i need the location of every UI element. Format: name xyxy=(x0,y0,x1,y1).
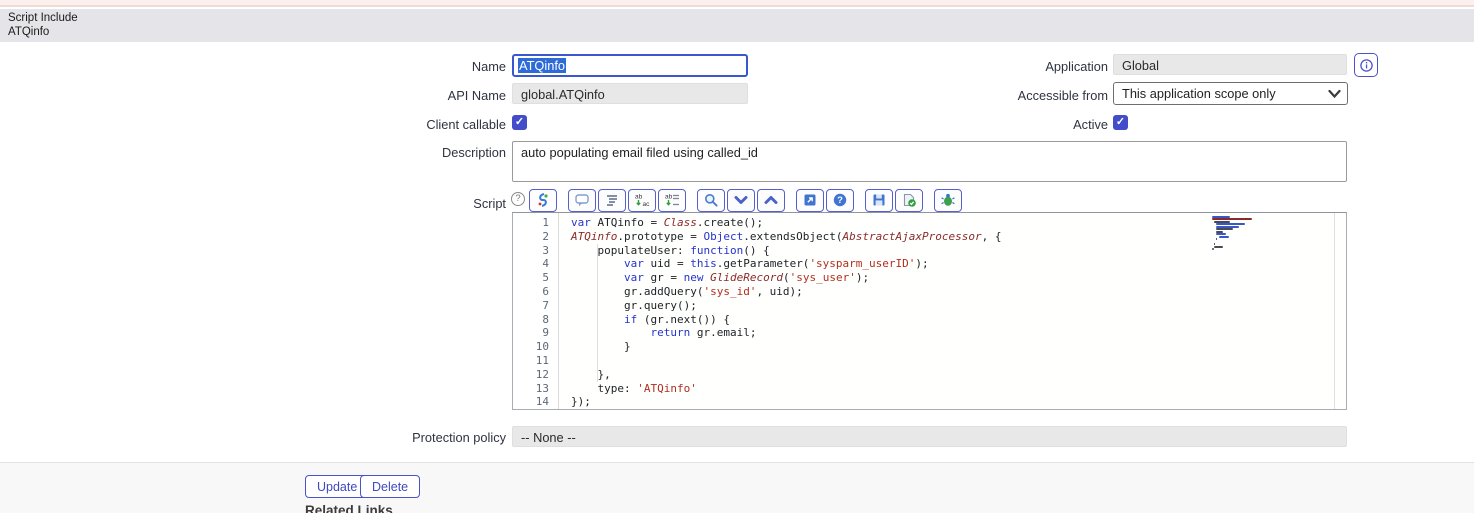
accessible-from-value: This application scope only xyxy=(1122,86,1276,101)
line-number: 7 xyxy=(542,298,549,312)
debug-icon xyxy=(940,192,956,208)
svg-text:ab: ab xyxy=(635,194,643,201)
editor-help-button[interactable]: ? xyxy=(826,188,854,212)
line-number: 8 xyxy=(542,312,549,326)
name-input-selected-text: ATQinfo xyxy=(518,58,566,73)
accessible-from-select[interactable]: This application scope only xyxy=(1113,82,1348,105)
protection-policy-field: -- None -- xyxy=(512,426,1347,447)
chevron-down-icon xyxy=(1328,89,1341,99)
code-line[interactable]: type: 'ATQinfo' xyxy=(571,382,1333,396)
api-name-field: global.ATQinfo xyxy=(512,83,748,104)
line-number: 13 xyxy=(535,381,549,395)
line-number: 3 xyxy=(542,243,549,257)
open-in-new-window-icon xyxy=(802,192,818,208)
svg-text:?: ? xyxy=(837,195,843,206)
save-icon xyxy=(871,192,887,208)
line-number: 12 xyxy=(535,367,549,381)
name-label: Name xyxy=(471,59,506,74)
script-code-editor[interactable]: 1 2 3 4 5 6 7 8 9 10 11 12 13 14 var ATQinfo = Class.… xyxy=(512,212,1347,410)
script-toolbar-buttons: ab ac ab? xyxy=(529,188,964,212)
search-icon xyxy=(703,192,719,208)
description-textarea[interactable]: auto populating email filed using called… xyxy=(512,141,1347,182)
client-callable-checkbox[interactable]: ✓ xyxy=(512,115,527,130)
script-include-form-page: Script Include ATQinfo Name ATQinfo API … xyxy=(0,0,1474,513)
record-header: Script Include ATQinfo xyxy=(0,9,1474,42)
application-label: Application xyxy=(1045,59,1108,74)
syntax-editor-toggle-button[interactable] xyxy=(529,188,557,212)
active-label: Active xyxy=(1073,117,1108,132)
check-syntax-icon xyxy=(901,192,917,208)
line-number: 1 xyxy=(542,216,549,229)
record-name-label: ATQinfo xyxy=(8,25,50,38)
client-callable-label: Client callable xyxy=(426,117,506,132)
save-button[interactable] xyxy=(865,188,893,212)
form-footer: Update Delete Related Links xyxy=(0,462,1474,513)
format-code-icon xyxy=(604,192,620,208)
line-number: 5 xyxy=(542,271,549,285)
find-next-button[interactable] xyxy=(727,188,755,212)
related-links-heading: Related Links xyxy=(305,503,393,513)
syntax-editor-toggle-icon xyxy=(535,192,551,208)
delete-button[interactable]: Delete xyxy=(360,475,421,498)
open-in-new-window-button[interactable] xyxy=(796,188,824,212)
line-number-gutter: 1 2 3 4 5 6 7 8 9 10 11 12 13 14 xyxy=(513,213,559,409)
replace-all-icon: ab xyxy=(664,192,680,208)
svg-text:ab: ab xyxy=(665,194,673,201)
toggle-comment-icon xyxy=(574,192,590,208)
find-previous-icon xyxy=(763,192,779,208)
code-line[interactable]: }); xyxy=(571,395,1333,409)
check-syntax-button[interactable] xyxy=(895,188,923,212)
line-number: 4 xyxy=(542,257,549,271)
line-number: 6 xyxy=(542,284,549,298)
code-line[interactable]: var gr = new GlideRecord('sys_user'); xyxy=(571,271,1333,285)
replace-button[interactable]: ab ac xyxy=(628,188,656,212)
replace-all-button[interactable]: ab xyxy=(658,188,686,212)
editor-scrollbar[interactable] xyxy=(1334,213,1335,409)
editor-help-icon: ? xyxy=(832,192,848,208)
application-info-button[interactable] xyxy=(1354,53,1378,77)
accessible-from-label: Accessible from xyxy=(1017,88,1108,103)
debug-button[interactable] xyxy=(934,188,962,212)
search-button[interactable] xyxy=(697,188,725,212)
script-label: Script xyxy=(473,196,506,211)
info-icon xyxy=(1359,58,1373,72)
code-line[interactable]: }, xyxy=(571,368,1333,382)
line-number: 14 xyxy=(535,395,549,409)
find-next-icon xyxy=(733,192,749,208)
record-type-label: Script Include xyxy=(8,12,78,24)
line-number: 9 xyxy=(542,326,549,340)
code-minimap xyxy=(1212,216,1260,251)
code-line[interactable]: if (gr.next()) { xyxy=(571,313,1333,327)
name-input[interactable]: ATQinfo xyxy=(512,54,748,77)
checkbox-check-icon: ✓ xyxy=(514,116,525,128)
api-name-label: API Name xyxy=(447,88,506,103)
code-line[interactable]: var uid = this.getParameter('sysparm_use… xyxy=(571,257,1333,271)
find-previous-button[interactable] xyxy=(757,188,785,212)
code-line[interactable]: gr.query(); xyxy=(571,299,1333,313)
script-help-icon[interactable]: ? xyxy=(511,192,525,206)
code-line[interactable]: } xyxy=(571,340,1333,354)
protection-policy-label: Protection policy xyxy=(412,430,506,445)
top-accent-strip xyxy=(0,0,1474,7)
replace-icon: ab ac xyxy=(634,192,651,209)
line-number: 10 xyxy=(535,340,549,354)
code-line[interactable]: gr.addQuery('sys_id', uid); xyxy=(571,285,1333,299)
active-checkbox[interactable]: ✓ xyxy=(1113,115,1128,130)
checkbox-check-icon: ✓ xyxy=(1115,116,1126,128)
line-number: 11 xyxy=(535,353,549,367)
code-line[interactable] xyxy=(571,354,1333,368)
description-label: Description xyxy=(441,145,506,160)
code-line[interactable]: return gr.email; xyxy=(571,326,1333,340)
line-number: 2 xyxy=(542,229,549,243)
format-code-button[interactable] xyxy=(598,188,626,212)
svg-text:ac: ac xyxy=(643,201,651,208)
application-field: Global xyxy=(1113,54,1347,75)
toggle-comment-button[interactable] xyxy=(568,188,596,212)
